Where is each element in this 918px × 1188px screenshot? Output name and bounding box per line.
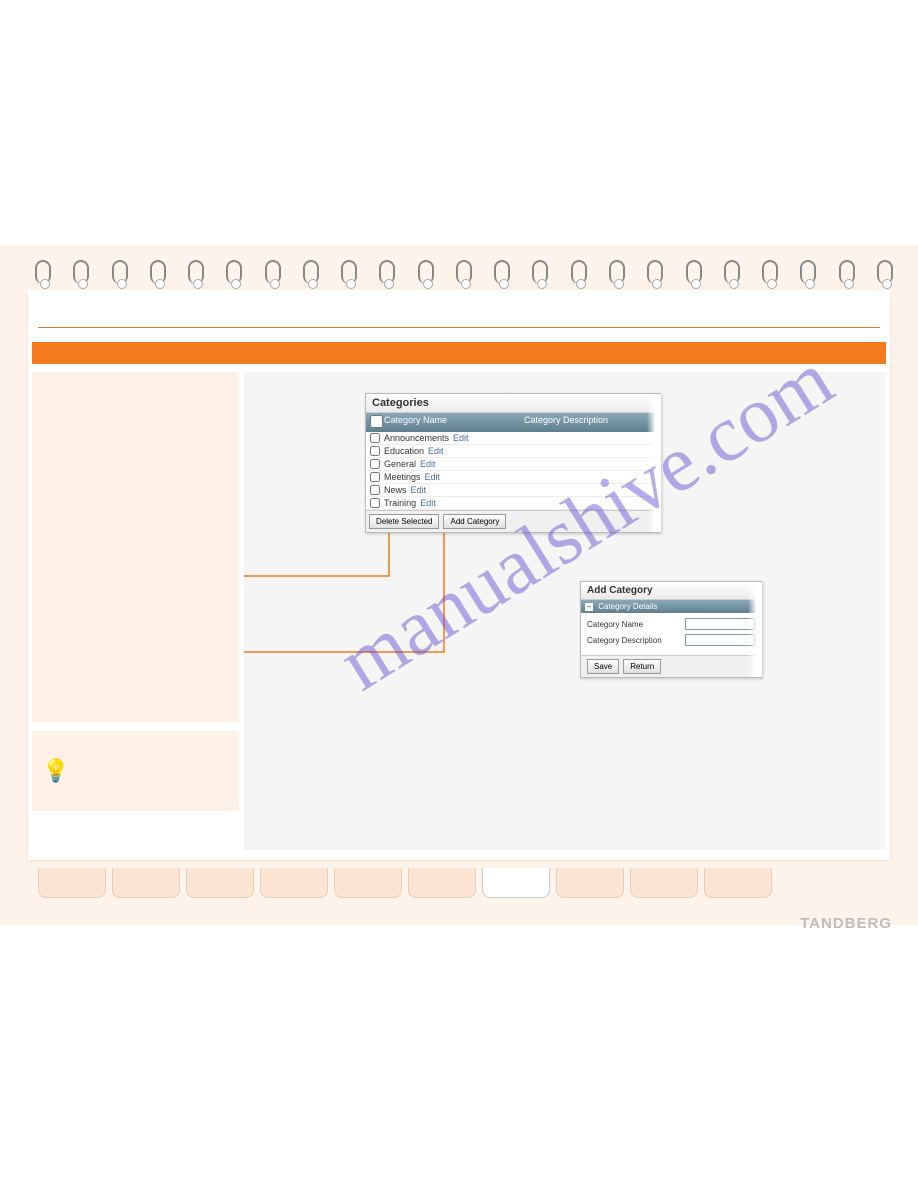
bottom-tabs <box>38 868 772 898</box>
add-category-panel: Add Category − Category Details Category… <box>580 581 762 678</box>
table-row: Meetings Edit <box>366 471 660 484</box>
field-row: Category Name <box>587 618 755 630</box>
tab-item[interactable] <box>704 868 772 898</box>
row-name: Meetings <box>384 472 421 482</box>
row-name: News <box>384 485 407 495</box>
row-name: Education <box>384 446 424 456</box>
categories-panel: Categories Category Name Category Descri… <box>365 393 661 533</box>
table-row: Training Edit <box>366 497 660 510</box>
sidebar-box-upper <box>32 372 239 722</box>
tab-item[interactable] <box>260 868 328 898</box>
category-name-label: Category Name <box>587 620 643 629</box>
select-all-checkbox[interactable] <box>370 415 383 428</box>
row-checkbox[interactable] <box>370 498 380 508</box>
tab-item-active[interactable] <box>482 868 550 898</box>
edit-link[interactable]: Edit <box>420 459 436 469</box>
brand-logo: TANDBERG <box>800 915 892 932</box>
edit-link[interactable]: Edit <box>453 433 469 443</box>
tab-item[interactable] <box>334 868 402 898</box>
collapse-icon[interactable]: − <box>585 603 593 611</box>
tab-item[interactable] <box>630 868 698 898</box>
divider-line <box>38 327 880 328</box>
spiral-binding <box>35 260 893 288</box>
main-content-area: Categories Category Name Category Descri… <box>244 372 886 850</box>
page-curl-decoration <box>748 582 762 677</box>
category-description-input[interactable] <box>685 634 755 646</box>
add-category-body: Category Name Category Description <box>581 613 761 655</box>
categories-table-header: Category Name Category Description <box>366 413 660 432</box>
edit-link[interactable]: Edit <box>411 485 427 495</box>
field-row: Category Description <box>587 634 755 646</box>
row-checkbox[interactable] <box>370 433 380 443</box>
tab-item[interactable] <box>408 868 476 898</box>
row-name: Training <box>384 498 416 508</box>
tab-item[interactable] <box>38 868 106 898</box>
tab-item[interactable] <box>556 868 624 898</box>
table-row: Announcements Edit <box>366 432 660 445</box>
edit-link[interactable]: Edit <box>428 446 444 456</box>
category-name-input[interactable] <box>685 618 755 630</box>
add-category-button[interactable]: Add Category <box>443 514 506 529</box>
table-row: News Edit <box>366 484 660 497</box>
add-category-title: Add Category <box>581 582 761 600</box>
category-description-label: Category Description <box>587 636 662 645</box>
add-category-button-row: Save Return <box>581 655 761 677</box>
lightbulb-icon: 💡 <box>42 758 69 784</box>
table-row: Education Edit <box>366 445 660 458</box>
row-name: General <box>384 459 416 469</box>
col-category-name: Category Name <box>384 415 524 430</box>
table-row: General Edit <box>366 458 660 471</box>
save-button[interactable]: Save <box>587 659 619 674</box>
col-category-description: Category Description <box>524 415 608 430</box>
row-name: Announcements <box>384 433 449 443</box>
category-details-header: − Category Details <box>581 600 761 613</box>
section-label: Category Details <box>598 602 657 611</box>
row-checkbox[interactable] <box>370 459 380 469</box>
row-checkbox[interactable] <box>370 446 380 456</box>
row-checkbox[interactable] <box>370 485 380 495</box>
header-bar <box>32 342 886 364</box>
categories-button-row: Delete Selected Add Category <box>366 510 660 532</box>
row-checkbox[interactable] <box>370 472 380 482</box>
edit-link[interactable]: Edit <box>420 498 436 508</box>
edit-link[interactable]: Edit <box>425 472 441 482</box>
return-button[interactable]: Return <box>623 659 661 674</box>
tab-item[interactable] <box>186 868 254 898</box>
categories-title: Categories <box>366 394 660 413</box>
page-curl-decoration <box>647 394 661 532</box>
tab-item[interactable] <box>112 868 180 898</box>
delete-selected-button[interactable]: Delete Selected <box>369 514 439 529</box>
